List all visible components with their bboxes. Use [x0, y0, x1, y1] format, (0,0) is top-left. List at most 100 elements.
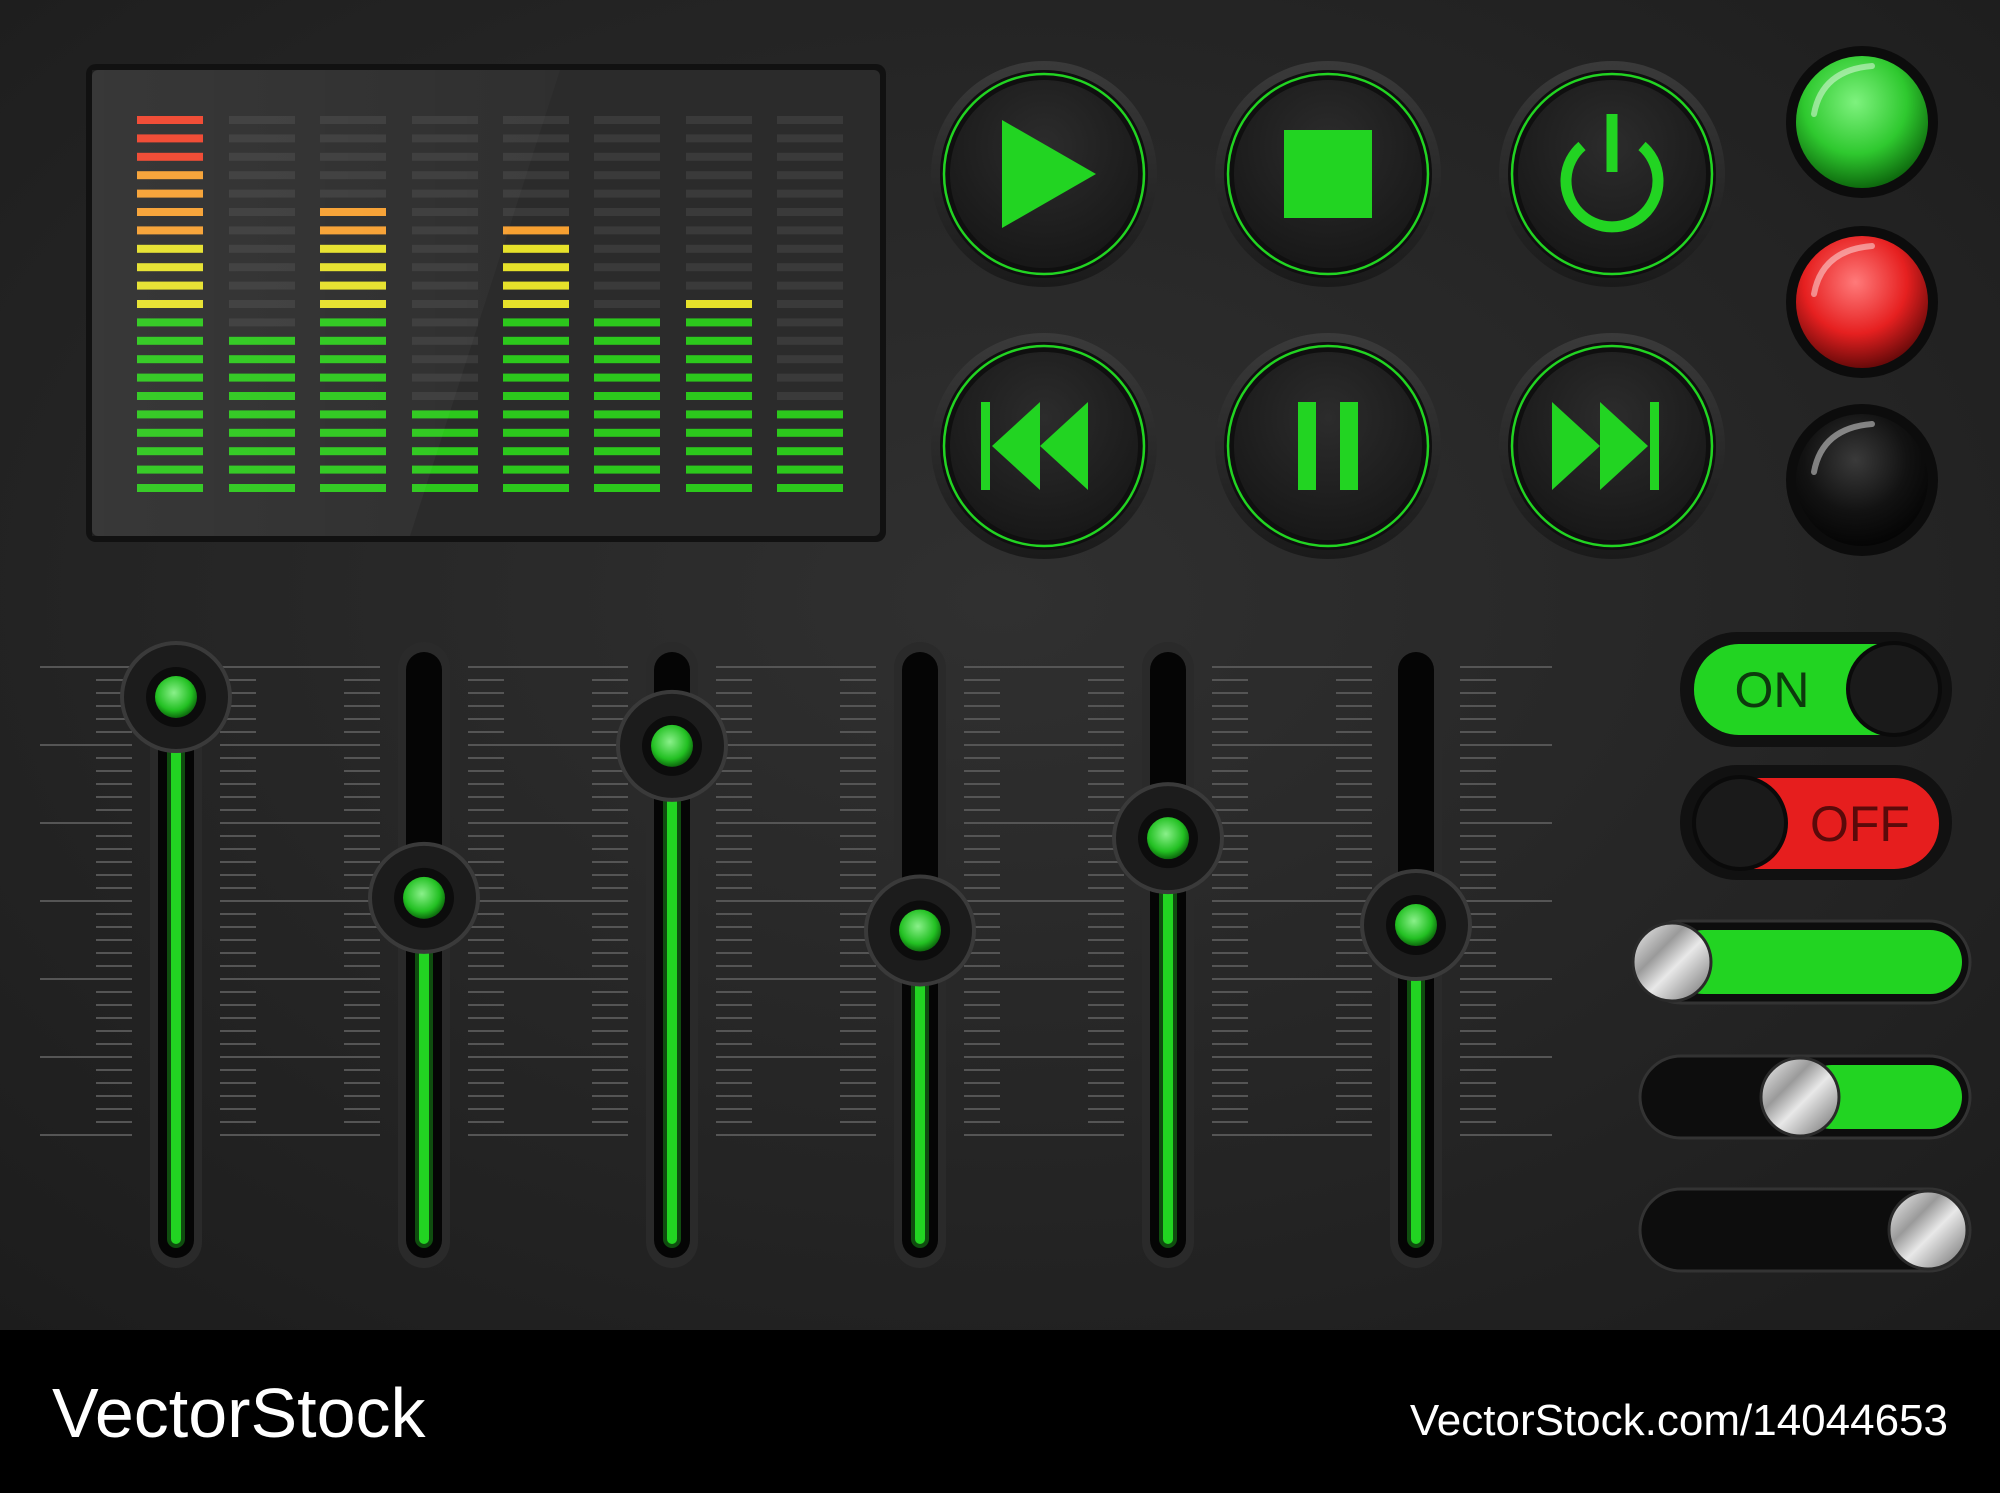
eq-column-6 [594, 116, 660, 492]
toggle-off-knob[interactable] [1692, 775, 1788, 871]
eq-segment-unlit [777, 318, 843, 327]
eq-segment-lit [503, 484, 569, 492]
eq-segment-lit [503, 355, 569, 364]
eq-segment-lit [777, 447, 843, 456]
slide-switch-3[interactable] [1638, 1187, 1972, 1273]
fader-fill [667, 745, 677, 1244]
eq-segment-unlit [777, 244, 843, 253]
eq-segment-lit [503, 410, 569, 419]
button-face [1234, 352, 1422, 540]
fader-fill [171, 697, 181, 1244]
brand-url: VectorStock.com/14044653 [1410, 1396, 1948, 1445]
eq-column-8 [777, 116, 843, 492]
eq-segment-unlit [777, 189, 843, 198]
eq-segment-lit [503, 318, 569, 327]
toggle-on-knob[interactable] [1846, 641, 1942, 737]
eq-segment-unlit [686, 281, 752, 290]
slide-switch-2[interactable] [1638, 1054, 1972, 1140]
eq-segment-unlit [594, 189, 660, 198]
eq-segment-lit [503, 373, 569, 382]
eq-segment-lit [503, 447, 569, 456]
eq-segment-unlit [686, 244, 752, 253]
eq-segment-lit [594, 318, 660, 327]
play-button[interactable] [931, 61, 1157, 287]
eq-segment-lit [594, 392, 660, 400]
indicator-lamp-off [1786, 404, 1938, 556]
switch-knob[interactable] [1887, 1189, 1969, 1271]
eq-segment-unlit [777, 392, 843, 400]
fader-knob-led [1395, 904, 1437, 947]
eq-segment-unlit [594, 116, 660, 124]
eq-segment-lit [777, 410, 843, 419]
brand-logo: VectorStock [52, 1374, 427, 1452]
fader-knob-led [899, 909, 941, 952]
slide-switch-1[interactable] [1631, 919, 1972, 1005]
eq-segment-unlit [686, 152, 752, 161]
eq-segment-lit [686, 336, 752, 345]
equalizer-display [86, 64, 886, 542]
eq-segment-unlit [777, 263, 843, 272]
eq-segment-unlit [777, 373, 843, 382]
eq-segment-lit [503, 428, 569, 437]
eq-segment-unlit [686, 116, 752, 124]
eq-segment-lit [503, 465, 569, 474]
eq-segment-unlit [594, 244, 660, 253]
eq-segment-unlit [777, 116, 843, 124]
eq-segment-unlit [777, 336, 843, 345]
switch-knob[interactable] [1759, 1056, 1841, 1138]
eq-segment-unlit [777, 281, 843, 290]
eq-segment-unlit [594, 152, 660, 161]
eq-segment-lit [686, 355, 752, 364]
switch-knob[interactable] [1631, 921, 1713, 1003]
toggle-off[interactable]: OFF [1680, 765, 1952, 880]
eq-segment-lit [503, 300, 569, 308]
next-button[interactable] [1499, 333, 1725, 559]
eq-segment-unlit [594, 226, 660, 235]
eq-segment-lit [686, 484, 752, 492]
eq-segment-unlit [594, 281, 660, 290]
eq-segment-lit [686, 410, 752, 419]
eq-segment-lit [503, 244, 569, 253]
eq-segment-unlit [777, 300, 843, 308]
toggle-off-label: OFF [1810, 796, 1910, 852]
eq-segment-lit [594, 428, 660, 437]
toggle-on[interactable]: ON [1680, 632, 1952, 747]
audio-control-panel: ON OFF VectorStock VectorStock.com/14044… [0, 0, 2000, 1493]
eq-segment-lit [594, 336, 660, 345]
eq-segment-lit [686, 465, 752, 474]
lamp-bulb [1796, 56, 1928, 188]
eq-segment-unlit [777, 152, 843, 161]
switch-fill [1672, 930, 1962, 994]
eq-segment-lit [503, 281, 569, 290]
power-button[interactable] [1499, 61, 1725, 287]
eq-segment-lit [503, 392, 569, 400]
eq-segment-unlit [594, 300, 660, 308]
eq-segment-lit [777, 465, 843, 474]
fader-knob-led [651, 724, 693, 767]
eq-segment-lit [686, 428, 752, 437]
eq-segment-lit [686, 373, 752, 382]
eq-segment-unlit [686, 189, 752, 198]
previous-button[interactable] [931, 333, 1157, 559]
eq-segment-lit [686, 318, 752, 327]
eq-segment-lit [503, 263, 569, 272]
eq-segment-lit [594, 373, 660, 382]
eq-segment-lit [594, 447, 660, 456]
eq-segment-lit [503, 226, 569, 235]
toggle-on-label: ON [1735, 662, 1810, 718]
button-face [1518, 80, 1706, 268]
indicator-lamp-green [1786, 46, 1938, 198]
eq-segment-lit [594, 355, 660, 364]
eq-segment-unlit [686, 208, 752, 216]
eq-segment-lit [686, 300, 752, 308]
fader-knob-led [1147, 817, 1189, 860]
stop-button[interactable] [1215, 61, 1441, 287]
eq-segment-unlit [594, 134, 660, 143]
eq-segment-lit [777, 428, 843, 437]
eq-segment-unlit [777, 134, 843, 143]
eq-segment-lit [686, 392, 752, 400]
pause-button[interactable] [1215, 333, 1441, 559]
fader-fill [1163, 838, 1173, 1244]
eq-segment-unlit [686, 171, 752, 180]
lamp-bulb [1796, 414, 1928, 546]
